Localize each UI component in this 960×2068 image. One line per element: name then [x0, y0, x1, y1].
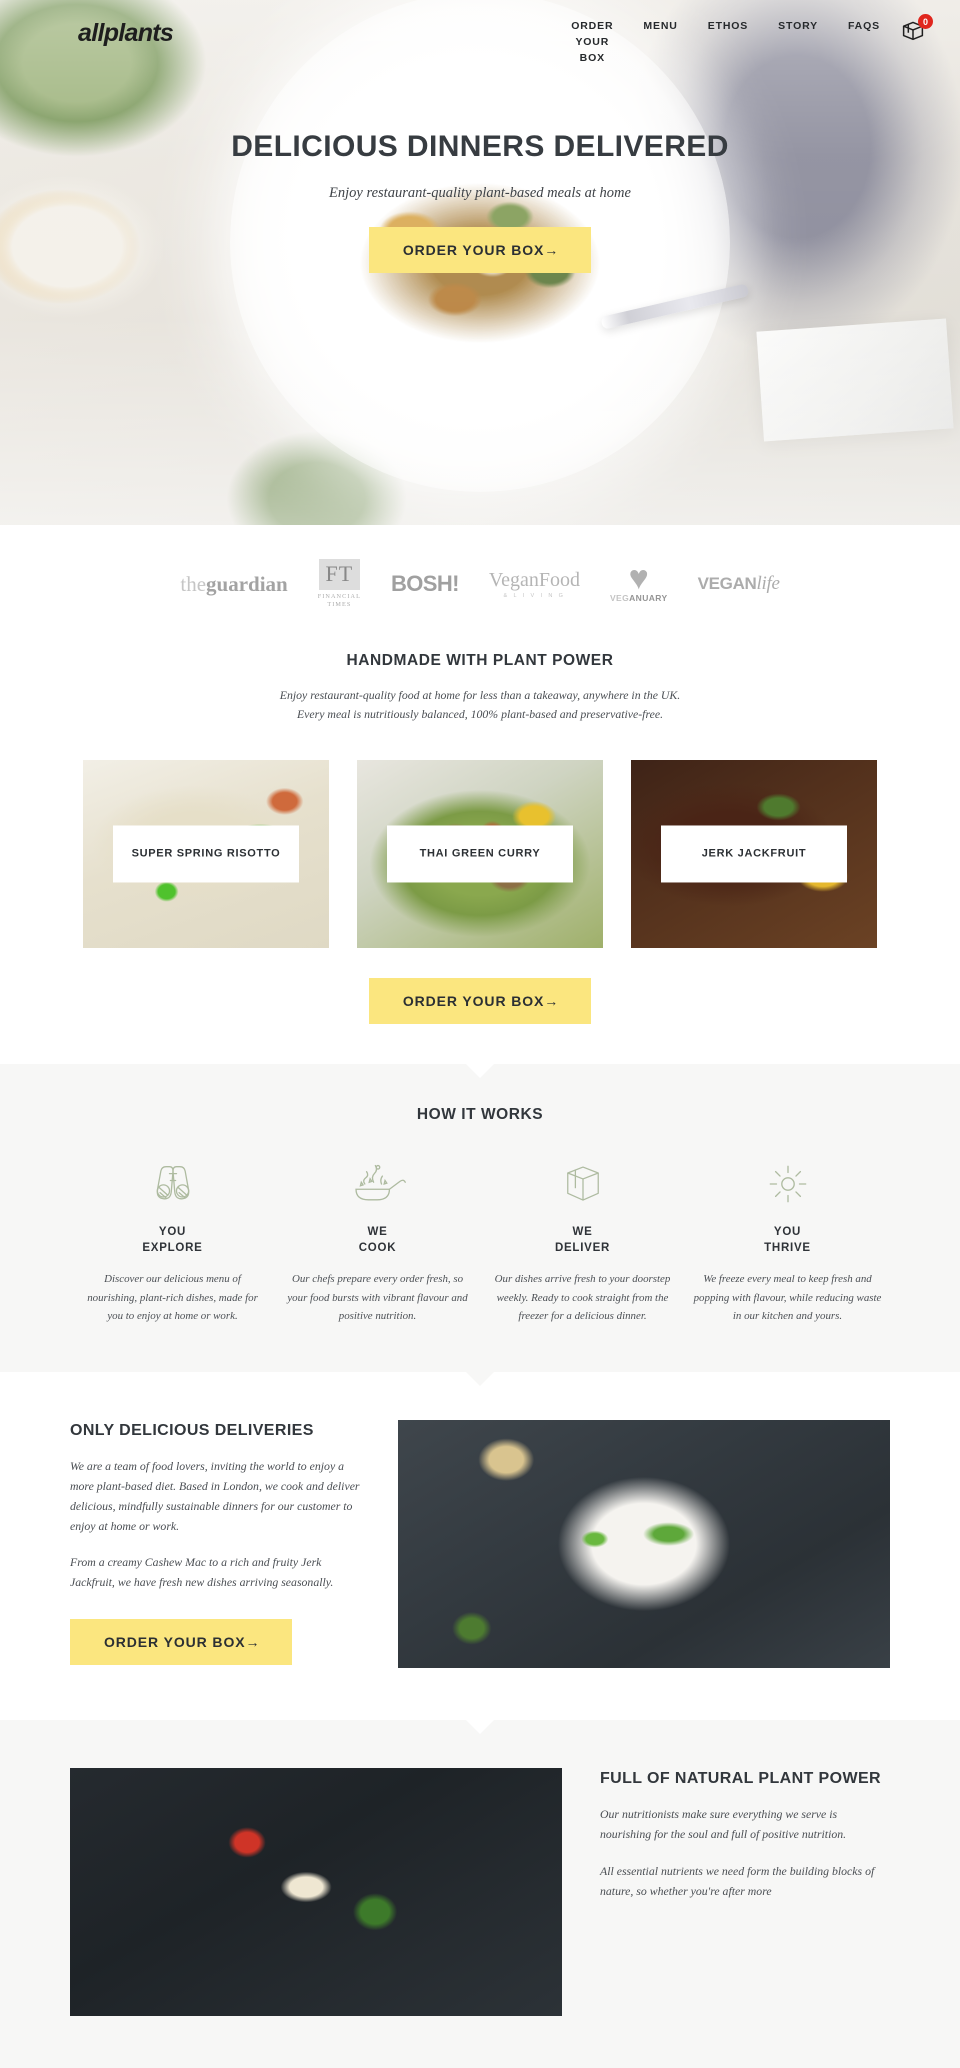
deliveries-image [398, 1420, 890, 1669]
meals-cta-wrap: ORDER YOUR BOX→ [0, 948, 960, 1064]
plant-power-paragraph-2: All essential nutrients we need form the… [600, 1863, 875, 1898]
meal-label: THAI GREEN CURRY [386, 825, 574, 883]
frying-pan-icon [283, 1158, 472, 1210]
section-notch-plantpower [466, 1720, 494, 1735]
plant-power-text: FULL OF NATURAL PLANT POWER Our nutritio… [600, 1768, 890, 1901]
section-notch-deliveries [466, 1372, 494, 1387]
how-it-works-steps: YOU EXPLORE Discover our delicious menu … [0, 1158, 960, 1327]
how-step-you-explore: YOU EXPLORE Discover our delicious menu … [70, 1158, 275, 1327]
nav-item-ethos[interactable]: ETHOS [708, 19, 748, 35]
deliveries-section: ONLY DELICIOUS DELIVERIES We are a team … [0, 1372, 960, 1721]
deliveries-cta-wrap: ORDER YOUR BOX→ [70, 1619, 360, 1666]
how-step-we-cook: WE COOK Our chefs prepare every order fr… [275, 1158, 480, 1327]
veganlife-t1: VEGAN [697, 574, 757, 594]
handmade-subtitle: Enjoy restaurant-quality food at home fo… [0, 686, 960, 725]
how-step-label: WE COOK [358, 1225, 397, 1255]
press-logo-vegan-life: VEGANlife [698, 573, 780, 595]
deliveries-order-box-button[interactable]: ORDER YOUR BOX→ [70, 1619, 293, 1666]
handmade-subtitle-line2: Every meal is nutritiously balanced, 100… [296, 707, 664, 722]
main-navigation: allplants ORDER YOUR BOX MENU ETHOS STOR… [0, 0, 960, 64]
meals-order-box-button[interactable]: ORDER YOUR BOX→ [368, 977, 592, 1024]
meal-card-jerk-jackfruit[interactable]: JERK JACKFRUIT [631, 759, 877, 948]
meal-label: JERK JACKFRUIT [660, 825, 848, 883]
plant-power-paragraph-1: Our nutritionists make sure everything w… [600, 1807, 847, 1842]
cart-count-badge: 0 [918, 14, 933, 29]
press-logo-veganuary: ♥ VEGANUARY [609, 558, 668, 604]
section-notch-how [466, 1063, 494, 1078]
sun-icon [693, 1158, 882, 1210]
plant-power-image [70, 1768, 562, 2017]
ft-mark: FT [325, 561, 354, 586]
nav-item-order-your-box[interactable]: ORDER YOUR BOX [571, 19, 613, 66]
press-logo-financial-times: FT FINANCIAL TIMES [318, 559, 361, 610]
how-step-we-deliver: WE DELIVER Our dishes arrive fresh to yo… [480, 1158, 685, 1327]
handmade-title: HANDMADE WITH PLANT POWER [346, 651, 614, 669]
veganfood-text: VeganFood [488, 569, 580, 592]
press-logo-the-guardian: theguardian [180, 572, 287, 597]
meal-card-super-spring-risotto[interactable]: SUPER SPRING RISOTTO [83, 759, 329, 948]
deliveries-paragraph-2: From a creamy Cashew Mac to a rich and f… [70, 1555, 334, 1590]
deliveries-title: ONLY DELICIOUS DELIVERIES [70, 1422, 314, 1440]
ft-sub: FINANCIAL TIMES [317, 593, 361, 609]
section-notch-hero [466, 525, 494, 539]
meal-label: SUPER SPRING RISOTTO [112, 825, 300, 883]
meal-card-thai-green-curry[interactable]: THAI GREEN CURRY [357, 759, 603, 948]
cart-button[interactable]: 0 [898, 14, 933, 52]
plant-power-title: FULL OF NATURAL PLANT POWER [600, 1770, 882, 1788]
how-it-works-section: HOW IT WORKS YOU EXPLORE Discover our de… [0, 1063, 960, 1373]
nav-item-faqs[interactable]: FAQS [848, 19, 880, 35]
deliveries-text: ONLY DELICIOUS DELIVERIES We are a team … [70, 1420, 360, 1666]
press-logo-bosh: BOSH! [391, 571, 459, 597]
veganlife-t2: life [756, 573, 780, 595]
how-step-label: YOU EXPLORE [142, 1225, 203, 1255]
brand-logo[interactable]: allplants [78, 19, 174, 48]
how-it-works-title: HOW IT WORKS [416, 1105, 544, 1123]
hero-title: DELICIOUS DINNERS DELIVERED [231, 130, 729, 163]
press-logo-vegan-food-living: VeganFood & L I V I N G [489, 569, 580, 599]
deliveries-paragraph-1: We are a team of food lovers, inviting t… [70, 1459, 360, 1533]
press-logos-section: theguardian FT FINANCIAL TIMES BOSH! Veg… [0, 525, 960, 636]
hero-order-box-button[interactable]: ORDER YOUR BOX→ [368, 227, 592, 274]
how-step-desc: Our dishes arrive fresh to your doorstep… [494, 1272, 671, 1323]
how-step-label: YOU THRIVE [764, 1225, 811, 1255]
handmade-subtitle-line1: Enjoy restaurant-quality food at home fo… [279, 687, 681, 702]
veganuary-heart-icon: ♥ [628, 558, 649, 597]
binoculars-icon [78, 1158, 267, 1210]
guardian-guardian: guardian [206, 571, 288, 596]
veganuary-t2: ANUARY [629, 593, 668, 604]
how-step-desc: Discover our delicious menu of nourishin… [87, 1272, 258, 1323]
guardian-the: the [180, 571, 207, 596]
hero-subtitle: Enjoy restaurant-quality plant-based mea… [329, 185, 631, 202]
how-step-you-thrive: YOU THRIVE We freeze every meal to keep … [685, 1158, 890, 1327]
how-step-label: WE DELIVER [554, 1225, 611, 1255]
delivery-box-icon [488, 1158, 677, 1210]
nav-item-menu[interactable]: MENU [643, 19, 677, 35]
nav-links: ORDER YOUR BOX MENU ETHOS STORY FAQS [571, 19, 880, 66]
nav-item-story[interactable]: STORY [778, 19, 818, 35]
meal-cards: SUPER SPRING RISOTTO THAI GREEN CURRY JE… [0, 759, 960, 948]
bosh-text: BOSH! [390, 571, 459, 597]
veganfood-sub: & L I V I N G [503, 593, 566, 600]
hero-section: allplants ORDER YOUR BOX MENU ETHOS STOR… [0, 0, 960, 525]
how-step-desc: Our chefs prepare every order fresh, so … [287, 1272, 468, 1323]
handmade-section: HANDMADE WITH PLANT POWER Enjoy restaura… [0, 635, 960, 1064]
plant-power-section: FULL OF NATURAL PLANT POWER Our nutritio… [0, 1720, 960, 2068]
veganuary-t1: VEG [609, 593, 630, 604]
how-step-desc: We freeze every meal to keep fresh and p… [693, 1272, 882, 1323]
